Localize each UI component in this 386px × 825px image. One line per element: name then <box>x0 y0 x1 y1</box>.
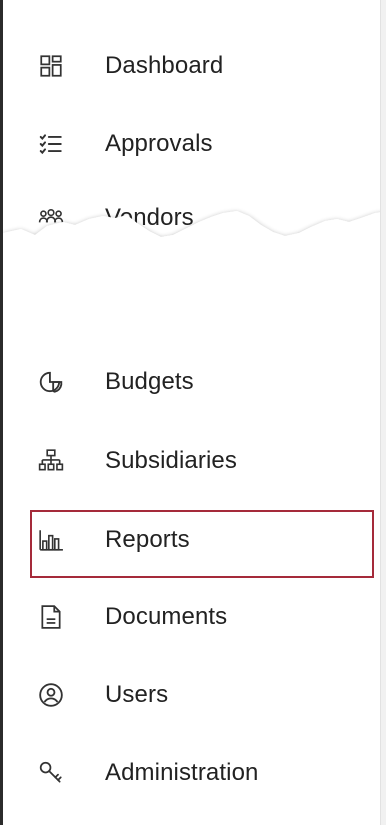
org-chart-icon <box>37 447 65 475</box>
sidebar-item-dashboard[interactable]: Dashboard <box>37 46 223 86</box>
pie-chart-icon <box>37 368 65 396</box>
checklist-icon <box>37 130 65 158</box>
sidebar-item-approvals[interactable]: Approvals <box>37 124 213 164</box>
torn-edge <box>3 211 380 315</box>
sidebar-item-label: Users <box>105 681 169 708</box>
document-icon <box>37 603 65 631</box>
sidebar-item-documents[interactable]: Documents <box>37 597 227 637</box>
sidebar-item-label: Budgets <box>105 368 194 395</box>
sidebar-item-label: Documents <box>105 603 228 630</box>
sidebar-item-reports[interactable]: Reports <box>37 520 190 560</box>
sidebar-item-label: Subsidiaries <box>105 447 237 474</box>
dashboard-grid-icon <box>37 52 65 80</box>
sidebar-item-budgets[interactable]: Budgets <box>37 362 194 402</box>
user-circle-icon <box>37 681 65 709</box>
sidebar-item-label: Dashboard <box>105 52 224 79</box>
sidebar-item-label: Approvals <box>105 130 213 157</box>
bar-chart-icon <box>37 526 65 554</box>
sidebar-item-administration[interactable]: Administration <box>37 753 258 793</box>
sidebar-nav: Dashboard Approvals Vendors Budgets Subs… <box>0 0 381 825</box>
sidebar-item-subsidiaries[interactable]: Subsidiaries <box>37 441 237 481</box>
sidebar-item-label: Reports <box>105 526 190 553</box>
sidebar-item-label: Administration <box>105 759 259 786</box>
key-icon <box>37 759 65 787</box>
sidebar-item-users[interactable]: Users <box>37 675 168 715</box>
